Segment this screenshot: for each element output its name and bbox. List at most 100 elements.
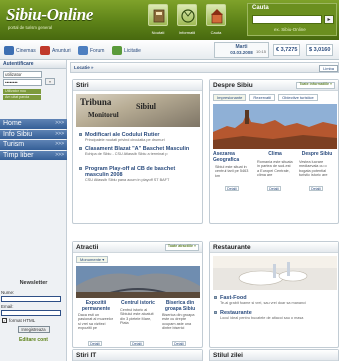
attractions-panel: Atractii Toate atractiile » Monumente ▾ … [72,241,203,348]
film-icon [4,46,14,55]
news-item[interactable]: Program Play-off al CB de baschet mascul… [79,166,199,183]
attraction-details-button[interactable]: Detalii [172,341,186,346]
about-tabs: Impresionante Rezervatii Obiective turis… [213,94,318,101]
restaurants-title-text: Restaurante [213,244,251,251]
attraction-title[interactable]: Biserica din groapa Sibiu [160,300,200,312]
newsletter-name-label: Nume: [1,290,15,295]
about-col-title[interactable]: Despre Sibiu [297,151,337,158]
attraction-title[interactable]: Expozitii permanente [76,300,116,312]
menu-label-timp-liber: Timp liber [3,151,34,159]
toolbar-item-forum[interactable]: Forum [78,46,104,55]
restaurant-item[interactable]: Fast-Food Te-ai grabit foame si vrei, sa… [214,295,334,306]
edit-account-link[interactable]: Editare cont [0,337,67,343]
tab-monumente[interactable]: Monumente ▾ [76,256,109,263]
html-format-label: format HTML [9,318,36,323]
it-news-title-text: Stiri IT [76,352,97,359]
style-title: Stilul zilei [210,350,338,361]
toolbar-label-cinemas: Cinemas [16,47,36,54]
newsletter-email-label: Email: [1,304,14,309]
news-icon [153,9,165,23]
news-title: Stiri [73,80,202,91]
news-title-text: Stiri [76,82,89,89]
page: Sibiu-Online portal de turism general No… [0,0,339,361]
newsletter-email-input[interactable] [1,310,61,316]
arrow-right-icon: >>> [55,120,64,126]
ads-icon [40,46,50,55]
attractions-title-text: Atractii [76,244,99,251]
bullet-icon [79,167,82,170]
arrow-right-icon: >>> [55,141,64,147]
tab-obiective[interactable]: Obiective turistice [278,94,318,101]
attraction-title[interactable]: Centrul istoric [118,300,158,307]
attraction-details-button[interactable]: Detalii [130,341,144,346]
site-logo[interactable]: Sibiu-Online [6,5,93,25]
menu-item-info-sibiu[interactable]: Info Sibiu >>> [0,129,67,139]
about-col-details-button[interactable]: Detalii [225,186,239,191]
toolbar-item-anunturi[interactable]: Anunturi [40,46,71,55]
search-input[interactable] [252,15,322,24]
news-item[interactable]: Modificari ale Codului Rutier Principale… [79,132,199,143]
subscribe-button[interactable]: Inregistreaza [17,326,50,333]
arrow-right-icon: >>> [55,151,64,158]
menu-label-info-sibiu: Info Sibiu [3,130,33,138]
search-box: Cauta ▸ ex. Sibiu-Online [247,3,337,36]
checkmark-icon: ✓ [2,318,7,323]
about-col-details-button[interactable]: Detalii [267,186,281,191]
about-col-title[interactable]: Asezarea Geografica [213,151,253,163]
news-item-summary: Principalele noutati privind circulatia … [85,138,165,142]
menu-item-turism[interactable]: Turism >>> [0,140,67,150]
username-field[interactable]: utilizator [3,71,42,78]
header: Sibiu-Online portal de turism general No… [0,0,339,40]
nav-label-noutati[interactable]: Noutati [143,30,173,35]
bullet-icon [79,147,82,150]
password-field[interactable]: •••••••• [3,79,42,86]
attraction-details-button[interactable]: Detalii [88,341,102,346]
menu-item-timp-liber[interactable]: Timp liber >>> [0,150,67,160]
restaurant-item[interactable]: Restaurante Locul ideal pentru bucatele … [214,310,334,321]
about-col-details-button[interactable]: Detalii [309,186,323,191]
attractions-all-button[interactable]: Toate atractiile » [164,244,199,251]
currency-usd: $ 3,0160 [306,44,334,56]
attraction-text: Daca esti un pasionat al muzeelor si vre… [78,313,114,330]
auction-icon [112,46,122,55]
newspaper-image: Tribuna Sibiul Monitorul [76,94,200,127]
info-icon [181,9,195,23]
toolbar-label-forum: Forum [90,47,105,54]
toolbar-item-licitatie[interactable]: Licitatie [112,46,141,55]
nav-label-informatii[interactable]: Informatii [172,30,202,35]
about-panel: Despre Sibiu Toate informatiile » Impres… [209,79,339,224]
info-nav-tile[interactable] [177,4,197,26]
attractions-columns: Expozitii permanente Daca esti un pasion… [76,300,200,347]
html-format-checkbox[interactable]: ✓ format HTML [0,318,67,323]
about-all-button[interactable]: Toate informatiile » [296,82,335,89]
search-button[interactable]: ▸ [324,15,334,24]
language-button[interactable]: Limba [319,65,338,72]
news-nav-tile[interactable] [148,4,168,26]
toolbar-item-cinemas[interactable]: Cinemas [4,46,36,55]
new-user-link[interactable]: Utilizator nou [3,89,41,94]
attractions-title: Atractii Toate atractiile » [73,242,202,253]
newsletter-name-input[interactable] [1,296,61,302]
menu-label-turism: Turism [3,141,25,148]
menu-item-home[interactable]: Home >>> [0,119,67,129]
forgot-password-link[interactable]: Am uitat parola [3,95,41,100]
tab-impresionante[interactable]: Impresionante [213,94,247,101]
city-panorama-image [213,104,337,149]
time-value: 10:15 [256,49,267,54]
news-item[interactable]: Clasament Blazat "A" Baschet Masculin Ec… [79,146,199,157]
restaurant-item-summary: Locul ideal pentru bucatele de altacoi s… [220,316,304,320]
attractions-tabs: Monumente ▾ [76,256,109,263]
search-nav-tile[interactable] [206,4,226,26]
login-button[interactable]: » [45,78,55,85]
about-col-title[interactable]: Clima [255,151,295,158]
restaurant-item-summary: Te-ai grabit foame si vrei, sau vrei doa… [220,301,306,305]
newspaper-masthead-1: Tribuna [80,97,112,107]
news-item-summary: CSU Atlassib Sibiu pana acum in playoff … [85,178,170,182]
tab-rezervatii[interactable]: Rezervatii [249,94,276,101]
toolbar-label-licitatie: Licitatie [124,47,141,54]
bullet-icon [214,311,217,314]
bullet-icon [79,133,82,136]
nav-label-cauta[interactable]: Cauta [201,30,231,35]
location-arrow: » [91,65,94,70]
bullet-icon [214,296,217,299]
